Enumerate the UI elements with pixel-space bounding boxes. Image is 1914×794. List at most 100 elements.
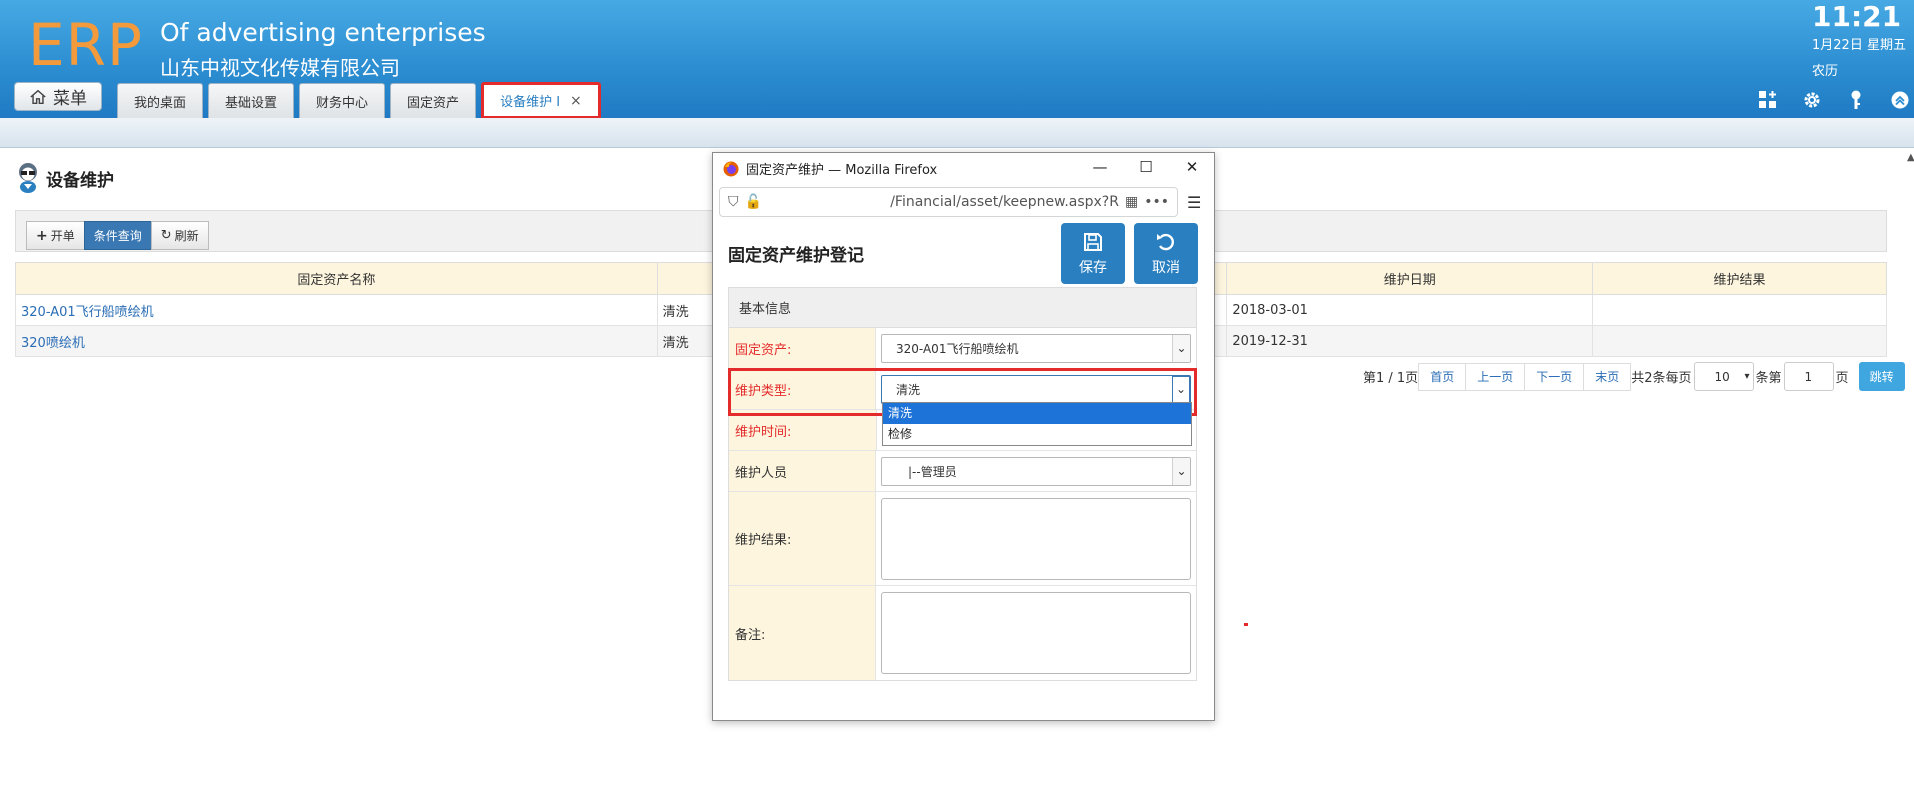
undo-icon (1157, 233, 1174, 250)
date-display: 1月22日 星期五 (1812, 38, 1906, 53)
tab-label: 我的桌面 (134, 95, 187, 111)
result-row: 维护结果: (729, 492, 1196, 586)
collapse-up-icon[interactable] (1888, 88, 1912, 112)
page-title: 设备维护 (16, 162, 114, 194)
tab-label: 固定资产 (407, 95, 460, 111)
page-title-text: 设备维护 (46, 170, 114, 191)
close-icon[interactable]: ✕ (1182, 157, 1202, 177)
condition-query-label: 条件查询 (93, 229, 142, 243)
firefox-icon (723, 161, 739, 176)
more-icon[interactable]: ••• (1144, 194, 1169, 210)
floppy-disk-icon (1084, 232, 1102, 251)
asset-name-link[interactable]: 320喷绘机 (21, 336, 85, 351)
chevron-down-icon: ▾ (1744, 371, 1750, 382)
condition-query-button[interactable]: 条件查询 (83, 221, 152, 250)
company-name-cn: 山东中视文化传媒有限公司 (160, 56, 400, 80)
tab-label: 财务中心 (316, 95, 369, 111)
pagination: 第1 / 1页 首页 上一页 下一页 末页 共2条每页 10 ▾ 条第 1 页 … (1363, 362, 1905, 391)
note-row: 备注: (729, 586, 1196, 680)
tab-my-desktop[interactable]: 我的桌面 (117, 83, 204, 118)
cancel-button[interactable]: 取消 (1134, 223, 1198, 284)
tab-finance-center[interactable]: 财务中心 (299, 83, 386, 118)
page-size-value: 10 (1714, 369, 1730, 384)
insecure-lock-icon[interactable]: 🔓 (745, 194, 762, 210)
date-cell: 2019-12-31 (1226, 325, 1594, 357)
chevron-down-icon: ⌄ (1172, 457, 1190, 485)
note-textarea[interactable] (881, 592, 1191, 674)
chevron-down-icon: ⌄ (1172, 334, 1190, 362)
erp-logo: ERP (28, 11, 143, 79)
cancel-button-label: 取消 (1152, 259, 1180, 276)
gear-icon[interactable] (1800, 88, 1824, 112)
tab-basic-settings[interactable]: 基础设置 (208, 83, 295, 118)
maintenance-person-select[interactable]: |--管理员 ⌄ (881, 456, 1191, 486)
new-order-button[interactable]: + 开单 (26, 221, 85, 250)
key-icon[interactable] (1844, 88, 1868, 112)
maintenance-person-value: |--管理员 (908, 464, 957, 479)
tab-bar: 我的桌面 基础设置 财务中心 固定资产 设备维护 I × (117, 82, 601, 119)
hamburger-menu-icon[interactable]: ☰ (1187, 193, 1201, 212)
result-cell (1592, 325, 1887, 357)
tab-equipment-maintenance[interactable]: 设备维护 I × (481, 82, 601, 119)
maintenance-person-label: 维护人员 (729, 451, 876, 491)
asset-name-cell: 320-A01飞行船喷绘机 (15, 294, 658, 326)
tab-content-bar (0, 118, 1914, 148)
address-bar[interactable]: ⛉ 🔓 /Financial/asset/keepnew.aspx?R ▦ ••… (719, 187, 1178, 217)
app-header: ERP Of advertising enterprises 山东中视文化传媒有… (0, 0, 1914, 119)
company-name-en: Of advertising enterprises (160, 18, 486, 47)
per-page-suffix: 条第 (1755, 371, 1782, 386)
page-number-input[interactable]: 1 (1783, 362, 1834, 391)
maximize-icon[interactable]: ☐ (1136, 157, 1156, 177)
page-info: 第1 / 1页 (1363, 371, 1419, 386)
section-header: 基本信息 (729, 288, 1196, 328)
date-cell: 2018-03-01 (1226, 294, 1594, 326)
tab-fixed-assets[interactable]: 固定资产 (390, 83, 477, 118)
new-order-label: 开单 (50, 229, 75, 243)
minimize-icon[interactable]: — (1090, 157, 1110, 177)
form-title: 固定资产维护登记 (728, 246, 864, 266)
maintenance-form: 基本信息 固定资产: 320-A01飞行船喷绘机 ⌄ 维护类型: 清洗 ⌄ 维护… (728, 287, 1197, 681)
menu-button-label: 菜单 (53, 89, 87, 109)
first-page-button[interactable]: 首页 (1418, 362, 1467, 391)
refresh-label: 刷新 (174, 229, 199, 243)
shield-icon[interactable]: ⛉ (728, 194, 739, 210)
window-titlebar[interactable]: 固定资产维护 — Mozilla Firefox — ☐ ✕ (713, 153, 1214, 184)
clock: 11:21 (1812, 0, 1902, 33)
asset-select-value: 320-A01飞行船喷绘机 (896, 341, 1019, 356)
header-actions (1756, 88, 1912, 112)
maintenance-time-label: 维护时间: (729, 410, 877, 450)
last-page-button[interactable]: 末页 (1583, 362, 1632, 391)
menu-button[interactable]: 菜单 (14, 82, 102, 111)
save-button-label: 保存 (1079, 259, 1107, 276)
jump-button[interactable]: 跳转 (1858, 362, 1905, 391)
url-text: /Financial/asset/keepnew.aspx?R (890, 194, 1119, 210)
dropdown-option-clean[interactable]: 清洗 (883, 403, 1191, 424)
dropdown-option-repair[interactable]: 检修 (883, 424, 1191, 445)
maintenance-type-dropdown: 清洗 检修 (882, 402, 1192, 446)
asset-select[interactable]: 320-A01飞行船喷绘机 ⌄ (881, 333, 1191, 363)
page-suffix: 页 (1835, 371, 1849, 386)
refresh-icon: ↻ (160, 228, 172, 243)
save-button[interactable]: 保存 (1061, 223, 1125, 284)
refresh-button[interactable]: ↻ 刷新 (150, 221, 209, 250)
column-header-result[interactable]: 维护结果 (1592, 262, 1887, 295)
maintenance-result-textarea[interactable] (881, 497, 1191, 580)
prev-page-button[interactable]: 上一页 (1465, 362, 1526, 391)
asset-name-link[interactable]: 320-A01飞行船喷绘机 (21, 305, 154, 320)
column-header-date[interactable]: 维护日期 (1226, 262, 1594, 295)
total-count-text: 共2条每页 (1631, 371, 1692, 386)
scroll-up-icon[interactable]: ▲ (1907, 152, 1914, 163)
asset-name-cell: 320喷绘机 (15, 325, 658, 357)
home-icon (30, 89, 46, 104)
add-widget-icon[interactable] (1756, 88, 1780, 112)
asset-row: 固定资产: 320-A01飞行船喷绘机 ⌄ (729, 328, 1196, 369)
window-title: 固定资产维护 — Mozilla Firefox (746, 163, 938, 178)
page-size-select[interactable]: 10 ▾ (1693, 362, 1754, 391)
asset-label: 固定资产: (729, 328, 876, 368)
lunar-calendar-link[interactable]: 农历 (1812, 60, 1838, 79)
column-header-asset-name[interactable]: 固定资产名称 (15, 262, 658, 295)
result-cell (1592, 294, 1887, 326)
tab-close-icon[interactable]: × (570, 93, 582, 109)
next-page-button[interactable]: 下一页 (1524, 362, 1585, 391)
qr-code-icon[interactable]: ▦ (1125, 194, 1138, 210)
